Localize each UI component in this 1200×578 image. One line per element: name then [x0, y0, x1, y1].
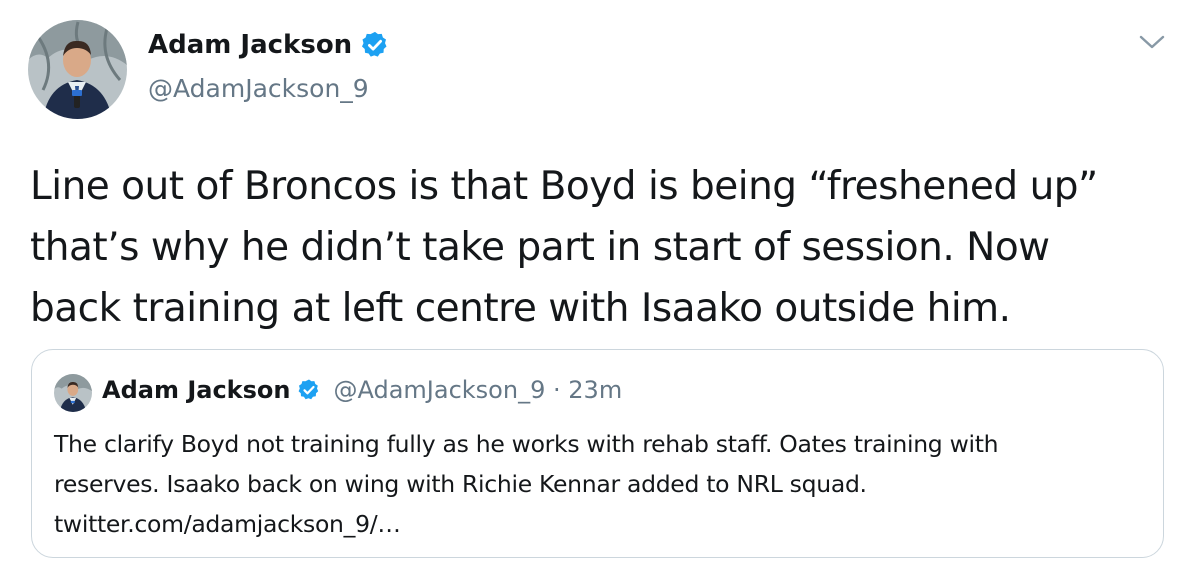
chevron-down-icon[interactable]	[1138, 30, 1166, 54]
author-handle[interactable]: @AdamJackson_9	[148, 74, 369, 103]
quoted-display-name: Adam Jackson	[102, 376, 291, 404]
tweet-text-line: that’s why he didn’t take part in start …	[30, 225, 1050, 270]
quoted-avatar	[54, 374, 92, 412]
quoted-text-line: reserves. Isaako back on wing with Richi…	[54, 470, 867, 498]
tweet-text: Line out of Broncos is that Boyd is bein…	[30, 156, 1180, 339]
quoted-header: Adam Jackson @AdamJackson_9 · 23m	[102, 376, 622, 404]
quoted-text-line: The clarify Boyd not training fully as h…	[54, 430, 999, 458]
meta-separator: ·	[553, 376, 561, 404]
tweet-card: Adam Jackson @AdamJackson_9 Line out of …	[0, 0, 1200, 578]
avatar[interactable]	[28, 20, 127, 119]
quoted-tweet[interactable]: Adam Jackson @AdamJackson_9 · 23m The cl…	[31, 349, 1164, 558]
tweet-text-line: Line out of Broncos is that Boyd is bein…	[30, 164, 1098, 209]
quoted-text: The clarify Boyd not training fully as h…	[54, 424, 1154, 544]
tweet-text-line: back training at left centre with Isaako…	[30, 286, 1011, 331]
quoted-avatar-image	[54, 374, 92, 412]
quoted-meta: @AdamJackson_9 · 23m	[333, 376, 622, 404]
verified-badge-icon	[360, 30, 390, 60]
author-name-row: Adam Jackson	[148, 30, 390, 60]
quoted-timestamp: 23m	[568, 376, 623, 404]
verified-badge-icon	[297, 378, 321, 402]
quoted-handle: @AdamJackson_9	[333, 376, 546, 404]
avatar-image	[28, 20, 127, 119]
author-display-name[interactable]: Adam Jackson	[148, 30, 352, 60]
quoted-link[interactable]: twitter.com/adamjackson_9/…	[54, 504, 1154, 544]
